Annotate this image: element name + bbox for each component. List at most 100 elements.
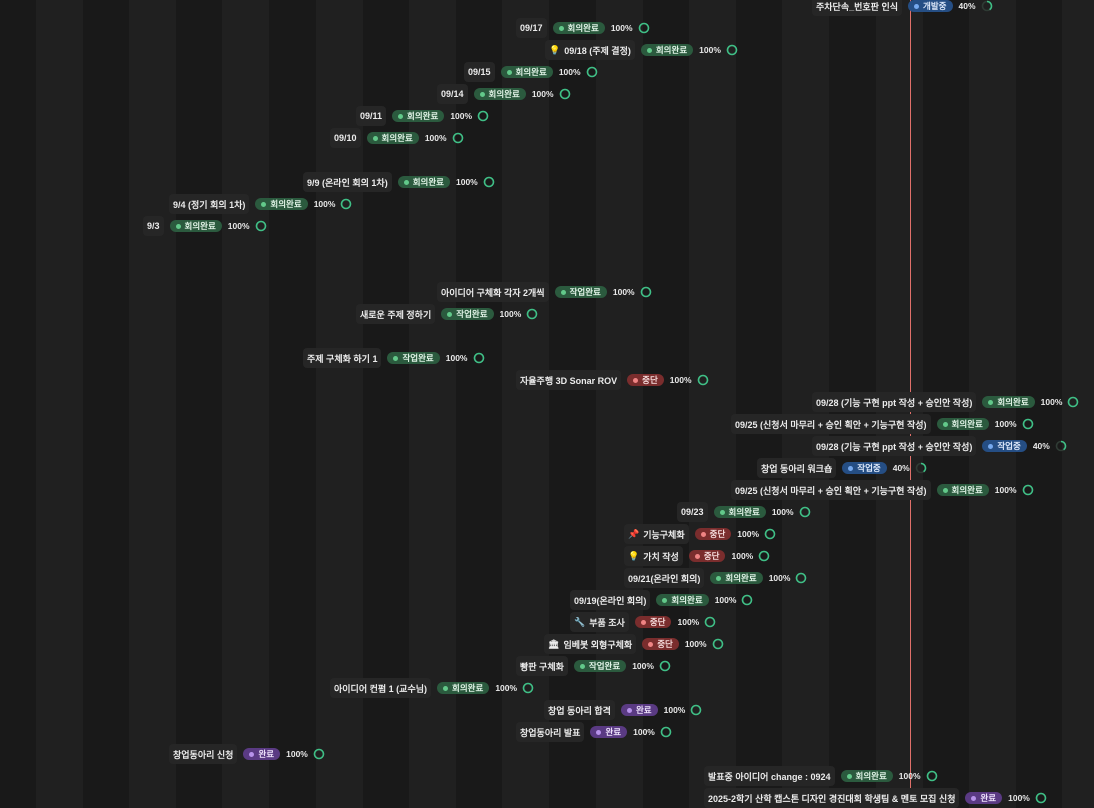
timeline-item[interactable]: 주차단속_번호판 인식 개발중 40% [812, 0, 993, 16]
timeline-item[interactable]: 자율주행 3D Sonar ROV 중단 100% [516, 370, 709, 390]
item-title-chip[interactable]: 🏛 임베봇 외형구체화 [544, 634, 637, 654]
item-title-chip[interactable]: 주차단속_번호판 인식 [812, 0, 903, 16]
item-title-chip[interactable]: 창업동아리 신청 [169, 744, 238, 764]
status-dot-icon [175, 223, 181, 229]
item-title-chip[interactable]: 9/3 [143, 216, 164, 236]
timeline-item[interactable]: 09/28 (기능 구현 ppt 작성 + 승인안 작성) 작업중 40% [812, 436, 1067, 456]
timeline-item[interactable]: 💡 09/18 (주제 결정) 회의완료 100% [545, 40, 738, 60]
status-badge: 완료 [243, 748, 281, 760]
item-title-chip[interactable]: 📌 기능구체화 [624, 524, 689, 544]
item-title-chip[interactable]: 창업동아리 발표 [516, 722, 585, 742]
timeline-item[interactable]: 🏛 임베봇 외형구체화 중단 100% [544, 634, 724, 654]
status-dot-icon [447, 311, 453, 317]
progress-percent: 100% [445, 353, 468, 363]
timeline-item[interactable]: 빵판 구체화 작업완료 100% [516, 656, 671, 676]
timeline-item[interactable]: 09/21(온라인 회의) 회의완료 100% [624, 568, 807, 588]
status-label: 회의완료 [671, 595, 703, 605]
item-title-text: 아이디어 구체화 각자 2개씩 [441, 287, 545, 298]
item-title-chip[interactable]: 9/4 (정기 회의 1차) [169, 194, 250, 214]
status-badge: 회의완료 [255, 198, 308, 210]
timeline-item[interactable]: 💡 가치 작성 중단 100% [624, 546, 770, 566]
progress-percent: 40% [958, 1, 976, 11]
item-title-chip[interactable]: 자율주행 3D Sonar ROV [516, 370, 622, 390]
timeline-item[interactable]: 9/4 (정기 회의 1차) 회의완료 100% [169, 194, 352, 214]
item-title-chip[interactable]: 09/23 [677, 502, 708, 522]
item-title-chip[interactable]: 9/9 (온라인 회의 1차) [303, 172, 392, 192]
status-dot-icon [443, 685, 449, 691]
item-title-chip[interactable]: 빵판 구체화 [516, 656, 568, 676]
status-badge: 회의완료 [500, 66, 553, 78]
timeline-item[interactable]: 09/19(온라인 회의) 회의완료 100% [570, 590, 753, 610]
item-title-chip[interactable]: 09/28 (기능 구현 ppt 작성 + 승인안 작성) [812, 436, 977, 456]
progress-ring-icon [640, 286, 651, 298]
item-title-text: 09/11 [360, 111, 383, 121]
item-title-chip[interactable]: 09/11 [356, 106, 387, 126]
timeline-item[interactable]: 09/25 (신청서 마무리 + 승인 획안 + 기능구현 작성) 회의완료 100… [731, 480, 1034, 500]
progress-ring-icon [659, 660, 671, 672]
item-title-chip[interactable]: 09/17 [516, 18, 547, 38]
item-title-chip[interactable]: 🔧 부품 조사 [570, 612, 629, 632]
item-title-text: 09/14 [441, 89, 464, 99]
status-label: 회의완료 [407, 111, 439, 121]
item-title-chip[interactable]: 💡 09/18 (주제 결정) [545, 40, 635, 60]
timeline-item[interactable]: 아이디어 구체화 각자 2개씩 작업완료 100% [437, 282, 652, 302]
item-title-chip[interactable]: 09/28 (기능 구현 ppt 작성 + 승인안 작성) [812, 392, 977, 412]
timeline-item[interactable]: 09/25 (신청서 마무리 + 승인 획안 + 기능구현 작성) 회의완료 100… [731, 414, 1034, 434]
item-title-text: 09/10 [334, 133, 357, 143]
item-title-chip[interactable]: 09/21(온라인 회의) [624, 568, 705, 588]
timeline-item[interactable]: 창업 동아리 합격 완료 100% [544, 700, 702, 720]
item-title-chip[interactable]: 아이디어 구체화 각자 2개씩 [437, 282, 549, 302]
status-label: 회의완료 [412, 177, 444, 187]
timeline-item[interactable]: 2025-2학기 산학 캡스톤 디자인 경진대회 학생팀 & 멘토 모집 신청 완… [704, 788, 1047, 808]
timeline-item[interactable]: 9/9 (온라인 회의 1차) 회의완료 100% [303, 172, 495, 192]
item-title-text: 2025-2학기 산학 캡스톤 디자인 경진대회 학생팀 & 멘토 모집 신청 [708, 793, 956, 804]
status-dot-icon [846, 773, 852, 779]
progress-percent: 100% [1008, 793, 1030, 803]
item-title-text: 09/18 (주제 결정) [564, 45, 631, 56]
timeline-item[interactable]: 아이디어 컨펌 1 (교수님) 회의완료 100% [330, 678, 534, 698]
item-title-chip[interactable]: 09/19(온라인 회의) [570, 590, 651, 610]
progress-percent: 100% [994, 419, 1017, 429]
item-title-text: 주제 구체화 하기 1 [307, 353, 378, 364]
timeline-item[interactable]: 창업 동아리 워크숍 작업중 40% [757, 458, 927, 478]
progress-ring-icon [796, 572, 807, 584]
item-title-chip[interactable]: 09/15 [464, 62, 495, 82]
item-title-chip[interactable]: 발표중 아이디어 change : 0924 [704, 766, 835, 786]
timeline-item[interactable]: 주제 구체화 하기 1 작업완료 100% [303, 348, 485, 368]
timeline-item[interactable]: 창업동아리 신청 완료 100% [169, 744, 325, 764]
status-badge: 회의완료 [473, 88, 526, 100]
item-title-chip[interactable]: 창업 동아리 합격 [544, 700, 615, 720]
timeline-item[interactable]: 창업동아리 발표 완료 100% [516, 722, 672, 742]
timeline-item[interactable]: 09/17 회의완료 100% [516, 18, 650, 38]
item-title-chip[interactable]: 09/25 (신청서 마무리 + 승인 획안 + 기능구현 작성) [731, 480, 931, 500]
progress-ring-icon [341, 198, 352, 210]
item-title-chip[interactable]: 2025-2학기 산학 캡스톤 디자인 경진대회 학생팀 & 멘토 모집 신청 [704, 788, 960, 808]
status-dot-icon [479, 91, 485, 97]
item-title-chip[interactable]: 새로운 주제 정하기 [356, 304, 436, 324]
timeline-item[interactable]: 09/15 회의완료 100% [464, 62, 598, 82]
timeline-item[interactable]: 09/11 회의완료 100% [356, 106, 489, 126]
item-emoji-icon: 🏛 [548, 638, 560, 649]
timeline-item[interactable]: 발표중 아이디어 change : 0924 회의완료 100% [704, 766, 938, 786]
status-label: 작업중 [997, 441, 1021, 451]
timeline-item[interactable]: 09/23 회의완료 100% [677, 502, 811, 522]
status-dot-icon [988, 399, 994, 405]
item-title-chip[interactable]: 09/10 [330, 128, 361, 148]
timeline-item[interactable]: 9/3 회의완료 100% [143, 216, 267, 236]
timeline-item[interactable]: 09/10 회의완료 100% [330, 128, 464, 148]
item-title-chip[interactable]: 주제 구체화 하기 1 [303, 348, 382, 368]
item-title-chip[interactable]: 💡 가치 작성 [624, 546, 683, 566]
item-title-chip[interactable]: 09/25 (신청서 마무리 + 승인 획안 + 기능구현 작성) [731, 414, 931, 434]
item-title-chip[interactable]: 09/14 [437, 84, 468, 104]
progress-percent: 100% [286, 749, 308, 759]
status-label: 회의완료 [725, 573, 757, 583]
timeline-item[interactable]: 09/14 회의완료 100% [437, 84, 571, 104]
item-title-chip[interactable]: 창업 동아리 워크숍 [757, 458, 837, 478]
item-title-chip[interactable]: 아이디어 컨펌 1 (교수님) [330, 678, 432, 698]
status-badge: 회의완료 [366, 132, 419, 144]
timeline-item[interactable]: 🔧 부품 조사 중단 100% [570, 612, 716, 632]
status-label: 회의완료 [655, 45, 688, 55]
timeline-item[interactable]: 새로운 주제 정하기 작업완료 100% [356, 304, 538, 324]
timeline-item[interactable]: 📌 기능구체화 중단 100% [624, 524, 776, 544]
timeline-item[interactable]: 09/28 (기능 구현 ppt 작성 + 승인안 작성) 회의완료 100% [812, 392, 1079, 412]
